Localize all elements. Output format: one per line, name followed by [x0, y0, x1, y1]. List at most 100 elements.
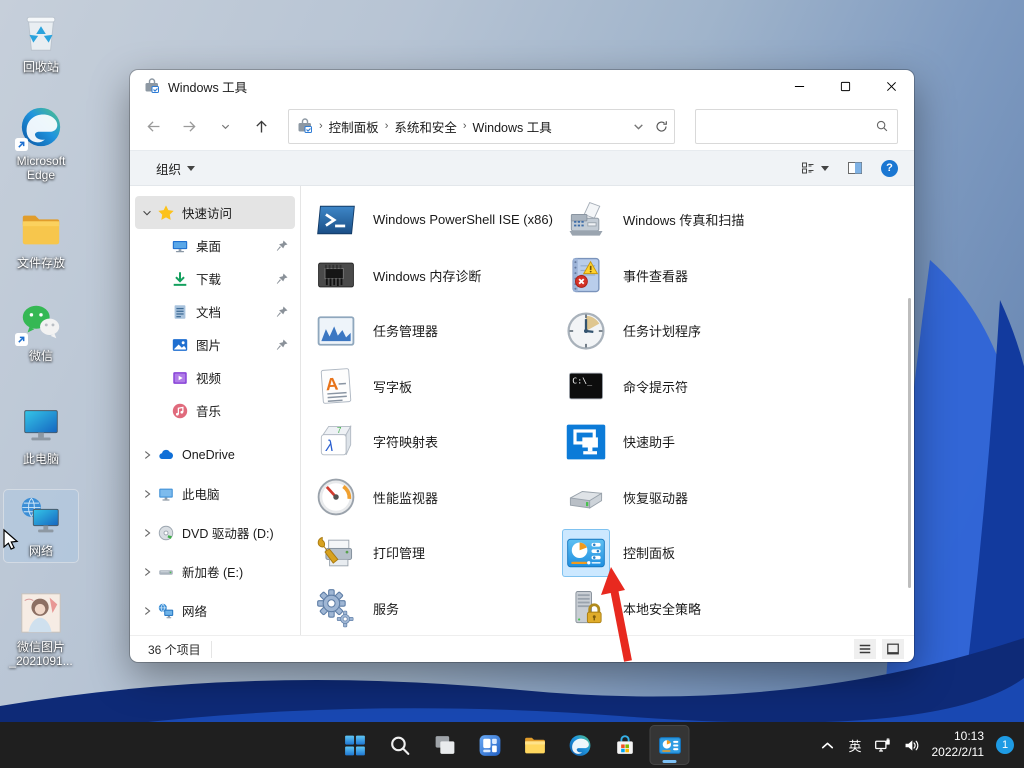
- taskbar-icon-windows-tools-window[interactable]: [650, 725, 690, 765]
- chevron-right-icon[interactable]: [139, 564, 155, 580]
- view-layout-icon: [800, 160, 816, 176]
- desktop-icon-label: 网络: [29, 544, 53, 558]
- pin-icon: [275, 272, 289, 286]
- sidebar-item-quick-access[interactable]: 快速访问: [135, 196, 295, 229]
- clock[interactable]: 10:13 2022/2/11: [932, 729, 985, 760]
- sidebar-item-onedrive[interactable]: OneDrive: [135, 435, 295, 474]
- desktop-icon-recycle-bin[interactable]: 回收站: [4, 6, 78, 78]
- desktop-icon-microsoft-edge[interactable]: Microsoft Edge: [4, 100, 78, 187]
- tool-item-wordpad[interactable]: A 写字板: [313, 359, 563, 415]
- tool-item-task-manager[interactable]: 任务管理器: [313, 303, 563, 359]
- tool-item-performance-monitor[interactable]: 性能监视器: [313, 470, 563, 526]
- breadcrumb-separator: ›: [383, 120, 391, 132]
- sidebar-item-label: 图片: [196, 335, 275, 354]
- sidebar-item-pictures[interactable]: 图片: [135, 328, 295, 361]
- tool-item-fax-and-scan[interactable]: Windows 传真和扫描: [563, 192, 914, 248]
- thumbnail-view-icon: [886, 642, 900, 656]
- search-input[interactable]: [704, 118, 875, 134]
- chevron-spacer[interactable]: [139, 271, 169, 287]
- sidebar-item-network[interactable]: 网络: [135, 591, 295, 630]
- large-icons-view-button[interactable]: [882, 639, 904, 659]
- chevron-spacer[interactable]: [139, 403, 169, 419]
- details-view-button[interactable]: [854, 639, 876, 659]
- help-button[interactable]: ?: [879, 158, 900, 179]
- chevron-down-icon[interactable]: [139, 205, 155, 221]
- taskbar-icon-edge[interactable]: [560, 725, 600, 765]
- recyclebin-icon: [18, 10, 64, 56]
- quickassist-icon: [563, 419, 609, 465]
- taskbar-icon-search[interactable]: [380, 725, 420, 765]
- eventvwr-icon: [563, 252, 609, 298]
- desktop-icon-file-storage-folder[interactable]: 文件存放: [4, 202, 78, 274]
- chevron-right-icon[interactable]: [139, 603, 155, 619]
- tool-item-memory-diagnostic[interactable]: Windows 内存诊断: [313, 248, 563, 304]
- networkpc-icon: [18, 494, 64, 540]
- desktop-icon-network[interactable]: 网络: [4, 490, 78, 562]
- tray-chevron-up-icon[interactable]: [819, 737, 836, 754]
- up-button[interactable]: [246, 111, 276, 141]
- chevron-spacer[interactable]: [139, 304, 169, 320]
- address-dropdown-chevron[interactable]: [632, 120, 645, 133]
- back-button[interactable]: [138, 111, 168, 141]
- sidebar-item-documents[interactable]: 文档: [135, 295, 295, 328]
- chevron-right-icon[interactable]: [139, 525, 155, 541]
- change-view-button[interactable]: [798, 158, 831, 178]
- tool-item-control-panel[interactable]: 控制面板: [563, 525, 914, 581]
- taskbar-icon-file-explorer[interactable]: [515, 725, 555, 765]
- explorer-window: Windows 工具 › 控制面板 › 系统和安全 › Windows 工具: [130, 70, 914, 662]
- sidebar-item-downloads[interactable]: 下载: [135, 262, 295, 295]
- tool-item-print-management[interactable]: 打印管理: [313, 525, 563, 581]
- desktop-icon-wechat-image[interactable]: 微信图片_2021091...: [4, 586, 78, 673]
- vertical-scrollbar[interactable]: [908, 298, 911, 588]
- ime-indicator[interactable]: 英: [848, 736, 861, 755]
- tool-item-command-prompt[interactable]: C:\_ 命令提示符: [563, 359, 914, 415]
- taskbar-icon-widgets[interactable]: [470, 725, 510, 765]
- chevron-spacer[interactable]: [139, 238, 169, 254]
- chevron-spacer[interactable]: [139, 337, 169, 353]
- sidebar-item-desktop-folder[interactable]: 桌面: [135, 229, 295, 262]
- tool-item-quick-assist[interactable]: 快速助手: [563, 414, 914, 470]
- sidebar-item-new-volume-e[interactable]: 新加卷 (E:): [135, 552, 295, 591]
- refresh-icon[interactable]: [655, 120, 668, 133]
- tool-item-label: Windows PowerShell ISE (x86): [373, 212, 553, 227]
- recent-locations-chevron[interactable]: [210, 111, 240, 141]
- sidebar-item-this-pc[interactable]: 此电脑: [135, 474, 295, 513]
- taskbar-icon-start[interactable]: [335, 725, 375, 765]
- tool-item-label: 任务管理器: [373, 321, 438, 340]
- tool-item-character-map[interactable]: λ7 字符映射表: [313, 414, 563, 470]
- tool-item-label: 字符映射表: [373, 432, 438, 451]
- tool-item-services[interactable]: 服务: [313, 581, 563, 637]
- sidebar-item-videos[interactable]: 视频: [135, 361, 295, 394]
- notification-badge[interactable]: 1: [996, 736, 1014, 754]
- breadcrumb-control-panel[interactable]: 控制面板: [325, 113, 383, 140]
- taskbar-icon-task-view[interactable]: [425, 725, 465, 765]
- breadcrumb-system-security[interactable]: 系统和安全: [390, 113, 461, 140]
- maximize-button[interactable]: [822, 70, 868, 102]
- desktop-icon-wechat[interactable]: 微信: [4, 295, 78, 367]
- tool-item-powershell-ise-x86[interactable]: Windows PowerShell ISE (x86): [313, 192, 563, 248]
- volume-icon[interactable]: [903, 737, 920, 754]
- network-tray-icon[interactable]: [874, 737, 891, 754]
- taskbar-icon-microsoft-store[interactable]: [605, 725, 645, 765]
- chevron-right-icon[interactable]: [139, 447, 155, 463]
- close-button[interactable]: [868, 70, 914, 102]
- photo-icon: [18, 590, 64, 636]
- organize-button[interactable]: 组织: [150, 155, 201, 182]
- tool-item-event-viewer[interactable]: 事件查看器: [563, 248, 914, 304]
- chevron-right-icon[interactable]: [139, 486, 155, 502]
- window-title: Windows 工具: [168, 77, 776, 96]
- tool-item-recovery-drive[interactable]: 恢复驱动器: [563, 470, 914, 526]
- sidebar-item-dvd-drive[interactable]: DVD 驱动器 (D:) CP: [135, 513, 295, 552]
- preview-pane-button[interactable]: [845, 158, 865, 178]
- svg-text:A: A: [325, 374, 339, 395]
- address-bar[interactable]: › 控制面板 › 系统和安全 › Windows 工具: [288, 109, 675, 144]
- sidebar-item-music[interactable]: 音乐: [135, 394, 295, 427]
- tool-item-task-scheduler[interactable]: 任务计划程序: [563, 303, 914, 359]
- tool-item-local-security-policy[interactable]: 本地安全策略: [563, 581, 914, 637]
- minimize-button[interactable]: [776, 70, 822, 102]
- forward-button[interactable]: [174, 111, 204, 141]
- desktop-icon-this-pc[interactable]: 此电脑: [4, 398, 78, 470]
- chevron-spacer[interactable]: [139, 370, 169, 386]
- taskschd-icon: [563, 308, 609, 354]
- breadcrumb-windows-tools[interactable]: Windows 工具: [469, 113, 556, 140]
